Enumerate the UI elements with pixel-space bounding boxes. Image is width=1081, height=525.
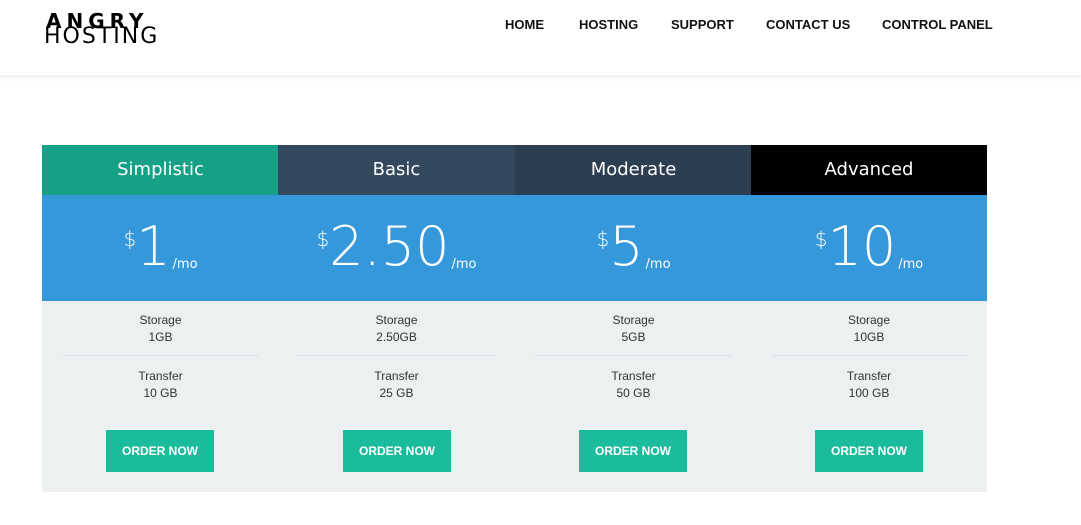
feature-label: Transfer	[374, 369, 419, 383]
price-amount: 1	[136, 215, 171, 278]
nav-support[interactable]: SUPPORT	[671, 17, 734, 33]
feature-value: 10GB	[853, 330, 885, 344]
feature-transfer: Transfer 50 GB	[515, 368, 752, 402]
nav-contact-us[interactable]: CONTACT US	[766, 17, 850, 33]
feature-value: 25 GB	[379, 386, 414, 400]
plan-price: $5/mo	[515, 195, 752, 301]
feature-divider	[535, 355, 732, 356]
feature-value: 50 GB	[616, 386, 651, 400]
plan-name: Advanced	[751, 145, 987, 195]
nav-hosting[interactable]: HOSTING	[579, 17, 638, 33]
logo[interactable]: ANGRY HOSTING	[44, 11, 214, 49]
feature-value: 10 GB	[143, 386, 178, 400]
feature-storage: Storage 2.50GB	[278, 312, 515, 346]
feature-transfer: Transfer 10 GB	[42, 368, 279, 402]
plan-price: $1/mo	[42, 195, 279, 301]
logo-line-2: HOSTING	[44, 24, 160, 49]
plan-features: Storage 10GB Transfer 100 GB ORDER NOW	[751, 301, 987, 492]
feature-value: 1GB	[148, 330, 173, 344]
price-amount: 5	[609, 215, 644, 278]
plan-name: Basic	[278, 145, 515, 195]
price-amount: 2.50	[329, 215, 450, 278]
order-now-button[interactable]: ORDER NOW	[106, 430, 214, 472]
plan-price: $10/mo	[751, 195, 987, 301]
feature-storage: Storage 10GB	[751, 312, 987, 346]
feature-label: Transfer	[846, 369, 892, 383]
nav-home[interactable]: HOME	[505, 17, 544, 33]
plan-card-simplistic: Simplistic $1/mo Storage 1GB Transfer 10…	[42, 145, 279, 492]
order-now-button[interactable]: ORDER NOW	[579, 430, 687, 472]
feature-transfer: Transfer 100 GB	[751, 368, 987, 402]
plan-name: Simplistic	[42, 145, 279, 195]
pricing-table: Simplistic $1/mo Storage 1GB Transfer 10…	[42, 145, 987, 492]
feature-label: Storage	[612, 313, 655, 327]
order-now-button[interactable]: ORDER NOW	[343, 430, 451, 472]
feature-transfer: Transfer 25 GB	[278, 368, 515, 402]
plan-features: Storage 1GB Transfer 10 GB ORDER NOW	[42, 301, 279, 492]
feature-divider	[62, 355, 259, 356]
plan-features: Storage 2.50GB Transfer 25 GB ORDER NOW	[278, 301, 515, 492]
feature-label: Storage	[847, 313, 891, 327]
price-period: /mo	[451, 257, 477, 272]
feature-label: Storage	[139, 313, 182, 327]
feature-storage: Storage 5GB	[515, 312, 752, 346]
nav-control-panel[interactable]: CONTROL PANEL	[882, 17, 993, 33]
plan-price: $2.50/mo	[278, 195, 515, 301]
feature-value: 5GB	[621, 330, 646, 344]
feature-label: Transfer	[138, 369, 183, 383]
plan-card-moderate: Moderate $5/mo Storage 5GB Transfer 50 G…	[515, 145, 752, 492]
feature-label: Storage	[375, 313, 418, 327]
feature-divider	[298, 355, 495, 356]
site-header: ANGRY HOSTING HOME HOSTING SUPPORT CONTA…	[0, 0, 1081, 75]
feature-storage: Storage 1GB	[42, 312, 279, 346]
price-currency: $	[596, 227, 610, 251]
feature-value: 100 GB	[848, 386, 890, 400]
plan-card-basic: Basic $2.50/mo Storage 2.50GB Transfer 2…	[278, 145, 515, 492]
order-now-button[interactable]: ORDER NOW	[815, 430, 923, 472]
feature-divider	[771, 355, 968, 356]
price-period: /mo	[172, 257, 198, 272]
price-currency: $	[316, 227, 330, 251]
feature-value: 2.50GB	[376, 330, 417, 344]
price-period: /mo	[898, 257, 924, 272]
price-currency: $	[123, 227, 137, 251]
price-period: /mo	[645, 257, 671, 272]
plan-features: Storage 5GB Transfer 50 GB ORDER NOW	[515, 301, 752, 492]
plan-card-advanced: Advanced $10/mo Storage 10GB Transfer 10…	[751, 145, 987, 492]
price-amount: 10	[827, 215, 897, 278]
plan-name: Moderate	[515, 145, 752, 195]
feature-label: Transfer	[611, 369, 656, 383]
price-currency: $	[814, 227, 828, 251]
